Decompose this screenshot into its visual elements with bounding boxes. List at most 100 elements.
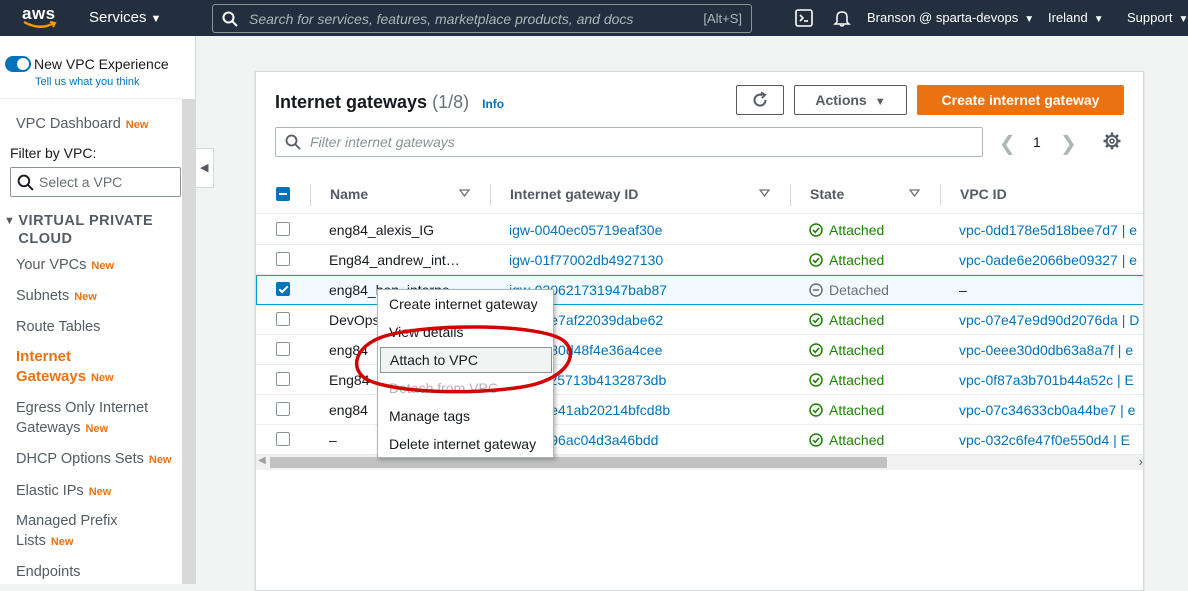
support-menu[interactable]: Support ▼ xyxy=(1127,10,1188,25)
menu-item-attach-to-vpc[interactable]: Attach to VPC xyxy=(380,347,552,373)
state-text: Attached xyxy=(829,342,885,358)
settings-gear-icon[interactable] xyxy=(1103,132,1121,150)
refresh-button[interactable] xyxy=(736,85,784,115)
scroll-right-arrow-icon[interactable]: › xyxy=(1139,454,1143,469)
next-page-button[interactable]: ❯ xyxy=(1060,131,1077,156)
new-vpc-experience-toggle[interactable] xyxy=(5,56,31,72)
state-cell: Attached xyxy=(809,402,884,418)
table-row[interactable]: eng84_alexis_IG igw-0040ec05719eaf30e At… xyxy=(256,215,1143,245)
check-circle-icon xyxy=(809,433,823,447)
select-placeholder: Select a VPC xyxy=(39,174,123,190)
gateway-id-link[interactable]: igw-01f77002db4927130 xyxy=(509,252,663,268)
sort-caret-icon[interactable] xyxy=(459,189,470,197)
vpc-id-link[interactable]: vpc-07c34633cb0a44be7 | e xyxy=(959,402,1135,418)
page-title-text: Internet gateways xyxy=(275,92,428,112)
check-circle-icon xyxy=(809,313,823,327)
vpc-id-link[interactable]: vpc-032c6fe47f0e550d4 | E xyxy=(959,432,1130,448)
vpc-id-link[interactable]: vpc-0f87a3b701b44a52c | E xyxy=(959,372,1134,388)
region-menu[interactable]: Ireland ▼ xyxy=(1048,10,1104,25)
cloudshell-icon[interactable] xyxy=(795,9,813,27)
bell-icon[interactable] xyxy=(833,9,851,27)
row-checkbox[interactable] xyxy=(276,222,290,236)
vpc-id-link[interactable]: vpc-0dd178e5d18bee7d7 | e xyxy=(959,222,1137,238)
column-header-igw-id[interactable]: Internet gateway ID xyxy=(510,186,638,202)
sidebar-item-elastic-ips[interactable]: Elastic IPs New xyxy=(16,481,111,502)
sidebar-item-internet-gateways[interactable]: Internet Gateways New xyxy=(16,347,136,388)
info-link[interactable]: Info xyxy=(482,97,504,111)
sidebar-item-route-tables[interactable]: Route Tables xyxy=(16,317,100,337)
table-row[interactable]: Eng84_andrew_int… igw-01f77002db4927130 … xyxy=(256,245,1143,275)
vpc-id-empty: – xyxy=(959,282,967,298)
gateway-id-link[interactable]: igw-0040ec05719eaf30e xyxy=(509,222,662,238)
row-checkbox[interactable] xyxy=(276,342,290,356)
sort-caret-icon[interactable] xyxy=(759,189,770,197)
vpc-id-link[interactable]: vpc-07e47e9d90d2076da | D xyxy=(959,312,1139,328)
row-checkbox[interactable] xyxy=(276,372,290,386)
menu-item-create-internet-gateway[interactable]: Create internet gateway xyxy=(389,296,538,312)
scrollbar-thumb[interactable] xyxy=(270,457,887,468)
sidebar-item-dhcp-options-sets[interactable]: DHCP Options Sets New xyxy=(16,449,172,470)
row-checkbox[interactable] xyxy=(276,252,290,266)
collapse-sidebar-button[interactable]: ◀ xyxy=(196,148,214,188)
vpc-id-link[interactable]: vpc-0ade6e2066be09327 | e xyxy=(959,252,1137,268)
caret-down-icon: ▼ xyxy=(1093,14,1104,25)
state-text: Attached xyxy=(829,372,885,388)
row-checkbox[interactable] xyxy=(276,312,290,326)
column-header-vpc-id[interactable]: VPC ID xyxy=(960,186,1007,202)
sidebar-item-your-vpcs[interactable]: Your VPCs New xyxy=(16,255,114,276)
row-checkbox[interactable] xyxy=(276,282,290,296)
feedback-link[interactable]: Tell us what you think xyxy=(35,76,140,88)
aws-logo[interactable]: aws xyxy=(22,4,58,32)
menu-item-delete-internet-gateway[interactable]: Delete internet gateway xyxy=(389,436,536,452)
section-virtual-private-cloud[interactable]: ▼ VIRTUAL PRIVATE CLOUD xyxy=(4,212,178,248)
new-badge: New xyxy=(88,486,112,498)
state-text: Attached xyxy=(829,222,885,238)
sort-caret-icon[interactable] xyxy=(909,189,920,197)
sidebar-item-subnets[interactable]: Subnets New xyxy=(16,286,97,307)
services-menu-button[interactable]: Services ▼ xyxy=(89,9,161,26)
sidebar-scrollbar[interactable] xyxy=(182,99,195,584)
column-divider xyxy=(790,184,791,206)
filter-box[interactable] xyxy=(275,127,983,157)
account-menu[interactable]: Branson @ sparta-devops ▼ xyxy=(867,10,1034,25)
sidebar-item-label: VPC Dashboard xyxy=(16,116,121,132)
sidebar-item-egress-only-internet-gateways[interactable]: Egress Only Internet Gateways New xyxy=(16,398,178,439)
state-text: Attached xyxy=(829,432,885,448)
minus-circle-icon xyxy=(809,283,823,297)
context-menu: Create internet gateway View details Att… xyxy=(377,289,554,458)
sidebar-item-vpc-dashboard[interactable]: VPC Dashboard New xyxy=(16,114,148,135)
actions-dropdown-button[interactable]: Actions ▼ xyxy=(794,85,907,115)
state-cell: Attached xyxy=(809,432,884,448)
row-checkbox[interactable] xyxy=(276,402,290,416)
check-circle-icon xyxy=(809,223,823,237)
toggle-knob xyxy=(17,58,29,70)
menu-item-manage-tags[interactable]: Manage tags xyxy=(389,408,470,424)
vpc-sidebar: New VPC Experience Tell us what you thin… xyxy=(0,36,196,584)
select-all-checkbox[interactable] xyxy=(276,187,290,201)
sidebar-item-label: Elastic IPs xyxy=(16,483,84,499)
vpc-filter-select[interactable]: Select a VPC xyxy=(10,167,181,197)
vpc-id-link[interactable]: vpc-0eee30d0db63a8a7f | e xyxy=(959,342,1133,358)
previous-page-button[interactable]: ❮ xyxy=(999,131,1016,156)
caret-down-icon: ▼ xyxy=(1024,14,1035,25)
gateway-name: Eng84 xyxy=(329,372,370,388)
state-text: Attached xyxy=(829,312,885,328)
sidebar-item-endpoints[interactable]: Endpoints xyxy=(16,562,81,582)
page-number-button[interactable]: 1 xyxy=(1033,134,1041,150)
sidebar-item-managed-prefix-lists[interactable]: Managed Prefix Lists New xyxy=(16,511,136,552)
create-internet-gateway-button[interactable]: Create internet gateway xyxy=(917,85,1124,115)
filter-input[interactable] xyxy=(308,131,958,153)
gateway-name: – xyxy=(329,432,337,448)
global-search-input[interactable] xyxy=(247,7,687,30)
state-text: Attached xyxy=(829,402,885,418)
state-cell: Attached xyxy=(809,222,884,238)
search-icon xyxy=(17,174,34,191)
scroll-left-arrow-icon[interactable]: ◀ xyxy=(258,455,266,466)
column-header-name[interactable]: Name xyxy=(330,186,368,202)
column-header-state[interactable]: State xyxy=(810,186,844,202)
menu-item-view-details[interactable]: View details xyxy=(389,324,463,340)
global-search-box[interactable]: [Alt+S] xyxy=(212,4,752,33)
column-divider xyxy=(490,184,491,206)
caret-down-icon: ▼ xyxy=(150,13,162,25)
row-checkbox[interactable] xyxy=(276,432,290,446)
